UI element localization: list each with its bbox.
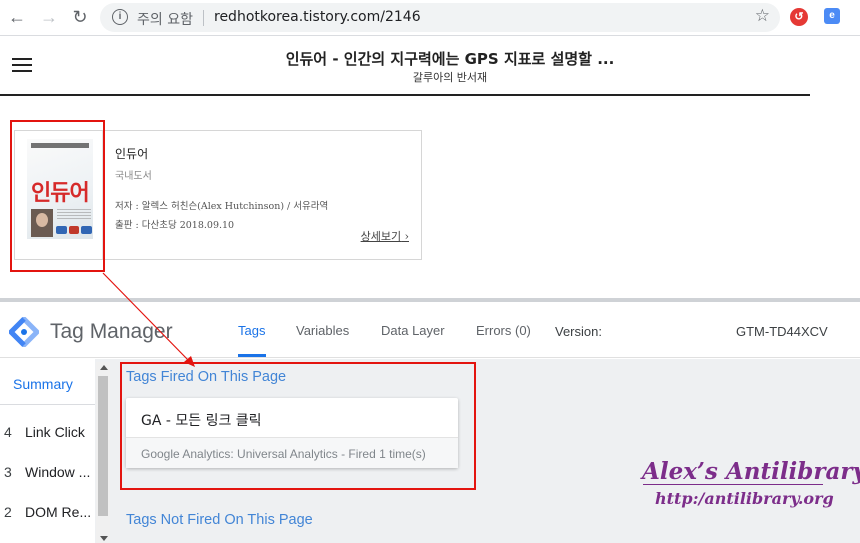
event-label: Window ... [25,464,91,480]
event-label: Link Click [25,424,85,440]
watermark-title: Alex’s Antilibrary [642,458,860,485]
tags-not-fired-heading: Tags Not Fired On This Page [126,512,313,528]
details-link-label[interactable]: 상세보기 [361,230,401,243]
reload-icon[interactable]: ↻ [69,6,91,28]
address-bar[interactable]: i 주의 요함 redhotkorea.tistory.com/2146 ☆ [100,3,780,32]
tab-variables[interactable]: Variables [296,323,349,338]
sidebar-event-item[interactable]: 2 DOM Re... [4,504,91,520]
blog-name[interactable]: 갈루아의 반서재 [200,69,700,85]
divider [203,10,204,26]
event-number: 3 [4,464,12,480]
url-text[interactable]: redhotkorea.tistory.com/2146 [214,9,421,25]
tab-errors[interactable]: Errors (0) [476,323,531,338]
container-id: GTM-TD44XCV [736,324,828,339]
watermark-url: http:/antilibrary.org [655,489,834,508]
tab-data-layer[interactable]: Data Layer [381,323,445,338]
extension-blue-icon[interactable]: e [824,8,840,24]
event-number: 2 [4,504,12,520]
arrow-left-icon[interactable]: ← [6,6,28,28]
scroll-down-icon[interactable] [100,536,108,541]
security-warning[interactable]: 주의 요함 [137,9,193,29]
header-divider [0,94,810,96]
event-number: 4 [4,424,12,440]
book-publisher: 출판 : 다산초당 2018.09.10 [115,220,235,231]
sidebar-event-item[interactable]: 3 Window ... [4,464,90,480]
watermark-underline [643,484,823,485]
book-title: 인듀어 [115,147,149,161]
book-author: 저자 : 알렉스 허친슨(Alex Hutchinson) / 서유라역 [115,201,329,212]
sidebar-summary[interactable]: Summary [13,376,73,392]
version-label: Version: [555,324,602,339]
tag-manager-logo-icon [9,317,39,347]
scroll-up-icon[interactable] [100,365,108,370]
arrow-right-icon[interactable]: → [38,6,60,28]
sidebar-divider [0,404,95,405]
page-title: 인듀어 - 인간의 지구력에는 GPS 지표로 설명할 ... [285,50,615,68]
product-name: Tag Manager [50,320,173,343]
info-icon[interactable]: i [112,9,128,25]
star-icon[interactable]: ☆ [755,6,770,26]
annotation-box-tags [120,362,476,490]
browser-toolbar: ← → ↻ i 주의 요함 redhotkorea.tistory.com/21… [0,0,860,36]
event-label: DOM Re... [25,504,92,520]
details-link[interactable]: 상세보기 › [361,228,409,244]
book-category: 국내도서 [115,171,152,182]
extension-red-icon[interactable]: ↺ [790,8,808,26]
scrollbar-thumb[interactable] [98,376,108,516]
annotation-box-cover [10,120,105,272]
tab-tags[interactable]: Tags [238,323,265,338]
sidebar-event-item[interactable]: 4 Link Click [4,424,85,440]
active-tab-indicator [238,354,266,357]
menu-icon[interactable] [12,58,32,72]
